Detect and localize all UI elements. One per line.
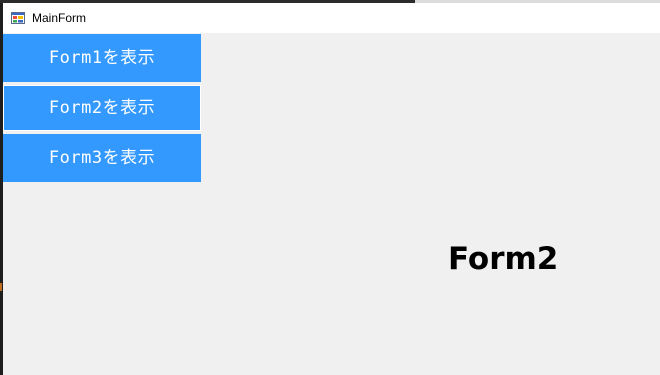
show-form1-button[interactable]: Form1を表示 [3,34,201,82]
show-form3-button[interactable]: Form3を表示 [3,134,201,182]
desktop-edge-mark [0,283,2,291]
app-form-icon[interactable] [11,10,25,24]
show-form2-button[interactable]: Form2を表示 [3,85,201,131]
main-window: MainForm Form1を表示 Form2を表示 Form3を表示 Form… [3,3,660,375]
form2-content-label: Form2 [448,241,559,277]
client-area: Form1を表示 Form2を表示 Form3を表示 Form2 [3,33,660,375]
window-title: MainForm [32,11,87,25]
title-bar[interactable]: MainForm [3,3,660,33]
